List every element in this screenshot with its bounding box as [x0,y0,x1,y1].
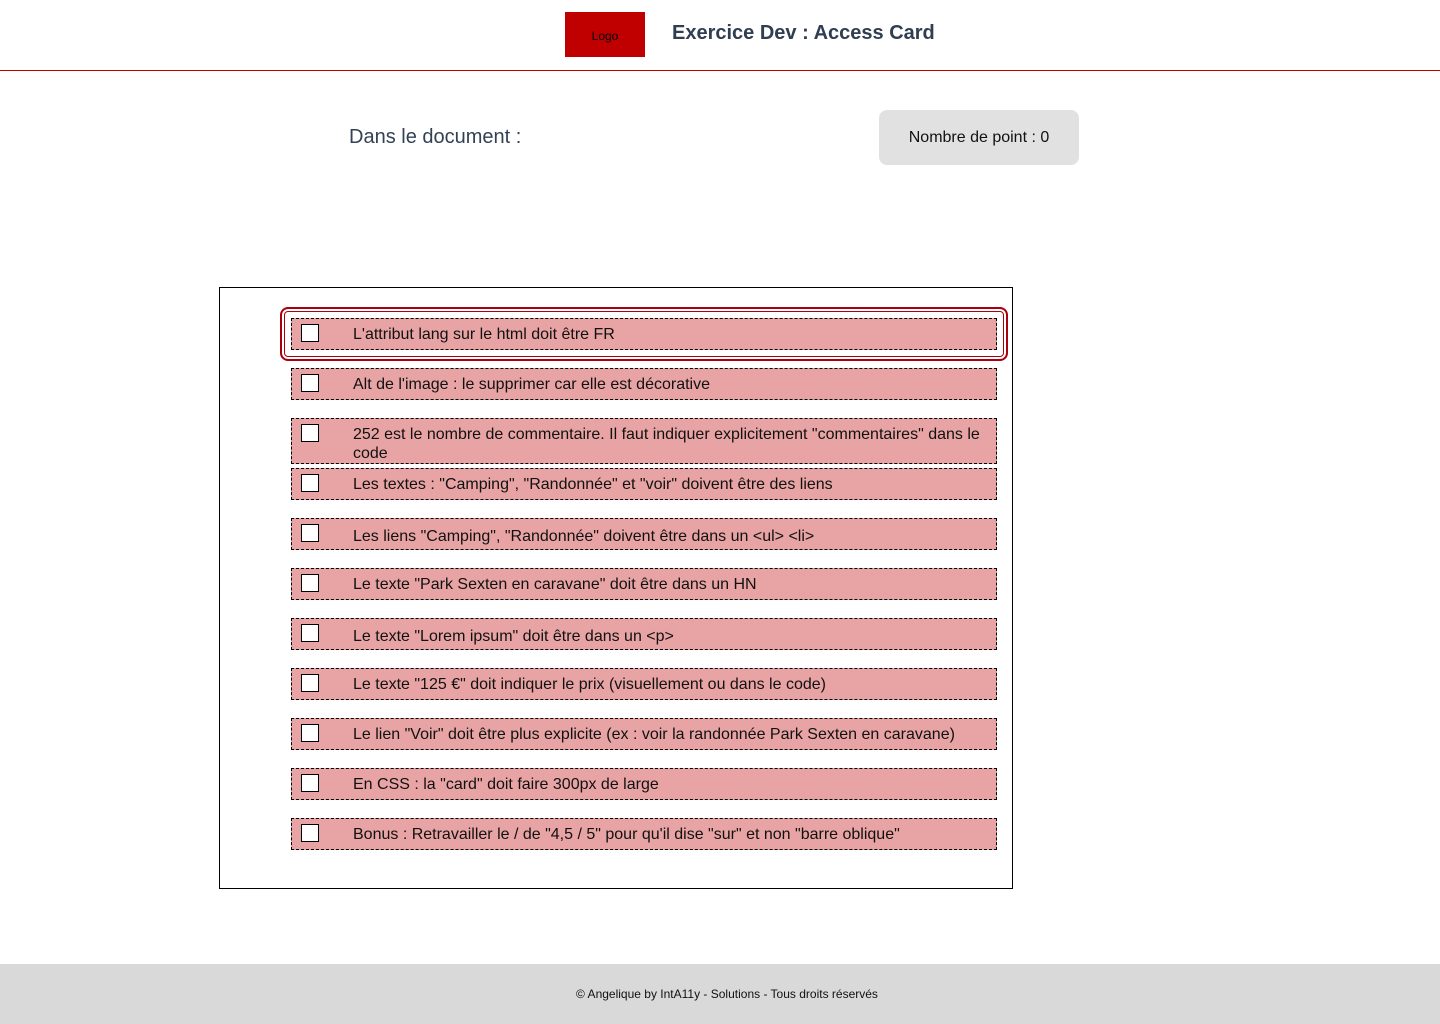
checklist-item-paragraph[interactable]: Le texte "Lorem ipsum" doit être dans un… [291,618,997,650]
site-footer: © Angelique by IntA11y - Solutions - Tou… [0,964,1440,1024]
checklist-item-label: Le lien "Voir" doit être plus explicite … [353,726,955,743]
checkbox[interactable] [301,824,319,842]
checklist-item-label: Les textes : "Camping", "Randonnée" et "… [353,476,833,493]
site-header: Logo Exercice Dev : Access Card [0,0,1440,71]
checkbox[interactable] [301,374,319,392]
checklist-item-label: 252 est le nombre de commentaire. Il fau… [353,426,980,462]
checklist-item-label: Bonus : Retravailler le / de "4,5 / 5" p… [353,826,900,843]
checkbox[interactable] [301,724,319,742]
checklist-item-price[interactable]: Le texte "125 €" doit indiquer le prix (… [291,668,997,700]
checklist-item-label: Le texte "Park Sexten en caravane" doit … [353,576,757,593]
checklist-item-label: Les liens "Camping", "Randonnée" doivent… [353,528,815,545]
checklist-item-heading[interactable]: Le texte "Park Sexten en caravane" doit … [291,568,997,600]
page-title: Exercice Dev : Access Card [672,22,935,44]
checklist-item-list[interactable]: Les liens "Camping", "Randonnée" doivent… [291,518,997,550]
checkbox[interactable] [301,324,319,342]
score-label: Nombre de point : 0 [908,128,1050,146]
checklist-item-bonus[interactable]: Bonus : Retravailler le / de "4,5 / 5" p… [291,818,997,850]
checkbox[interactable] [301,474,319,492]
footer-copyright: © Angelique by IntA11y - Solutions - Tou… [576,987,878,1001]
document-label: Dans le document : [349,126,522,148]
checklist-item-comments[interactable]: 252 est le nombre de commentaire. Il fau… [291,418,997,464]
checklist-item-label: L'attribut lang sur le html doit être FR [353,326,615,343]
checklist-item-link-text[interactable]: Le lien "Voir" doit être plus explicite … [291,718,997,750]
checklist-item-links[interactable]: Les textes : "Camping", "Randonnée" et "… [291,468,997,500]
checkbox[interactable] [301,624,319,642]
score-badge: Nombre de point : 0 [879,110,1079,165]
checkbox[interactable] [301,424,319,442]
checkbox[interactable] [301,674,319,692]
logo-label: Logo [591,28,619,43]
checklist-item-label: En CSS : la "card" doit faire 300px de l… [353,776,659,793]
checkbox[interactable] [301,574,319,592]
checklist-item-css-width[interactable]: En CSS : la "card" doit faire 300px de l… [291,768,997,800]
checklist-item-label: Le texte "125 €" doit indiquer le prix (… [353,676,826,693]
logo: Logo [565,12,645,57]
checklist-item-lang[interactable]: L'attribut lang sur le html doit être FR [280,307,1008,361]
checklist-item-alt[interactable]: Alt de l'image : le supprimer car elle e… [291,368,997,400]
checkbox[interactable] [301,524,319,542]
checklist-item-label: Le texte "Lorem ipsum" doit être dans un… [353,628,674,645]
checkbox[interactable] [301,774,319,792]
checklist-item-label: Alt de l'image : le supprimer car elle e… [353,376,710,393]
